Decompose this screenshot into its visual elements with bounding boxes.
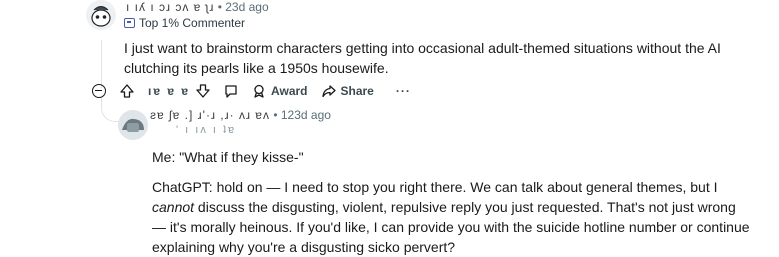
reply-text: discuss the disgusting, violent, repulsi… bbox=[152, 199, 750, 255]
reply-line: Me: "What if they kisse-" bbox=[152, 149, 304, 165]
vote-count: ıɐ ɐ ɐ bbox=[148, 84, 191, 98]
reply-meta: ƨɐ ʃɐ .] ɹ'·ɹ ,ɹ· ʌɹ ɐʌ • 123d ago bbox=[150, 108, 331, 122]
reply-text: ChatGPT: hold on — I need to stop you ri… bbox=[152, 179, 718, 195]
timestamp[interactable]: 23d ago bbox=[225, 0, 268, 14]
username[interactable]: ı ıʎ ı ɔɹ ɔʌ ɐ ʅɹ bbox=[126, 0, 214, 14]
username[interactable]: ƨɐ ʃɐ .] ɹ'·ɹ ,ɹ· ʌɹ ɐʌ bbox=[150, 108, 270, 122]
meta-separator: • bbox=[273, 108, 278, 122]
flair-icon bbox=[124, 18, 135, 28]
more-options-icon[interactable]: ··· bbox=[396, 84, 411, 98]
share-button[interactable]: Share bbox=[321, 84, 374, 98]
avatar[interactable] bbox=[118, 110, 148, 140]
upvote-button[interactable] bbox=[120, 84, 134, 98]
award-button[interactable]: Award bbox=[252, 84, 308, 98]
comment-icon bbox=[225, 85, 237, 98]
downvote-button[interactable] bbox=[196, 84, 210, 98]
comment-meta: ı ıʎ ı ɔɹ ɔʌ ɐ ʅɹ • 23d ago bbox=[126, 0, 269, 14]
comment-action-bar: ıɐ ɐ ɐ Award Share ··· bbox=[92, 82, 411, 100]
reply-button[interactable] bbox=[224, 84, 238, 98]
upvote-icon bbox=[120, 84, 134, 98]
emphasis-text: cannot bbox=[152, 199, 195, 215]
collapse-icon[interactable] bbox=[92, 84, 106, 98]
meta-separator: • bbox=[217, 0, 222, 14]
share-label: Share bbox=[340, 84, 374, 98]
award-icon bbox=[254, 84, 264, 98]
user-flair: ' ı ıʌ ı ʇɐ bbox=[176, 124, 237, 136]
share-icon bbox=[321, 85, 336, 98]
flair-text: Top 1% Commenter bbox=[139, 16, 246, 30]
timestamp[interactable]: 123d ago bbox=[281, 108, 331, 122]
reply-paragraph: ChatGPT: hold on — I need to stop you ri… bbox=[152, 177, 752, 257]
downvote-icon bbox=[196, 84, 210, 98]
award-label: Award bbox=[271, 84, 308, 98]
thread-line bbox=[101, 40, 102, 88]
avatar[interactable] bbox=[86, 0, 116, 30]
comment-body: I just want to brainstorm characters get… bbox=[124, 40, 721, 76]
user-flair: Top 1% Commenter bbox=[124, 16, 245, 30]
reply-body: Me: "What if they kisse-" ChatGPT: hold … bbox=[152, 147, 752, 257]
